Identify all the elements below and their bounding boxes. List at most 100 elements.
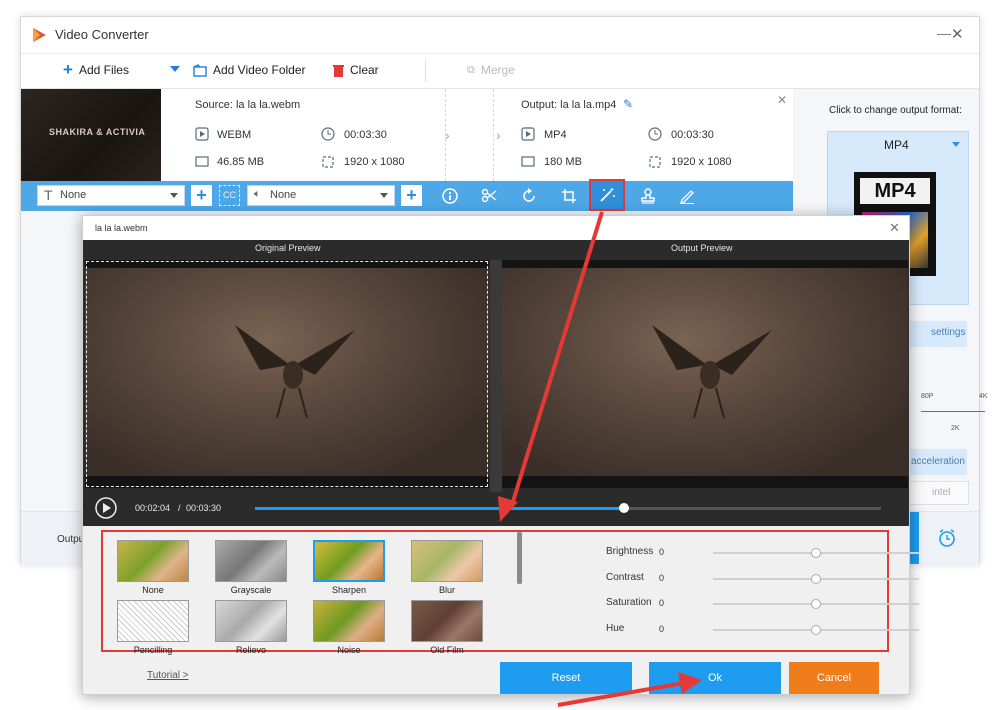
rotate-icon[interactable] xyxy=(521,188,537,204)
progress-track[interactable] xyxy=(255,503,881,513)
settings-label: settings xyxy=(931,327,966,338)
output-folder-label: Outpu xyxy=(57,534,85,545)
clock-icon xyxy=(321,127,335,141)
video-thumbnail[interactable]: SHAKIRA & ACTIVIA xyxy=(21,89,161,181)
resolution-icon xyxy=(322,156,334,168)
speaker-icon: 🔈︎ xyxy=(254,188,261,200)
dialog-close-icon[interactable]: ✕ xyxy=(889,220,900,236)
filter-label: Pencilling xyxy=(133,645,173,655)
bird-image xyxy=(652,325,772,419)
crop-icon[interactable] xyxy=(561,188,577,204)
minimize-button[interactable]: — xyxy=(937,25,951,41)
mp4-badge: MP4 xyxy=(860,178,930,204)
slider-label-hue: Hue xyxy=(606,622,625,634)
add-files-button[interactable]: + Add Files xyxy=(63,60,129,79)
clear-label: Clear xyxy=(350,63,379,77)
filter-thumb-noise[interactable] xyxy=(313,600,385,642)
title-bar: Video Converter — ✕ xyxy=(21,17,979,53)
output-format-prompt: Click to change output format: xyxy=(829,105,962,116)
output-preview-video xyxy=(502,260,908,488)
slider-value: 0 xyxy=(659,598,665,608)
res-label: 2K xyxy=(951,425,960,432)
playback-controls: 00:02:04 / 00:03:30 xyxy=(83,492,909,526)
add-subtitle-button[interactable]: + xyxy=(191,185,212,206)
info-icon[interactable] xyxy=(442,188,458,204)
text-icon: T xyxy=(44,187,53,203)
filter-thumb-sharpen[interactable] xyxy=(313,540,385,582)
filter-thumb-old-film[interactable] xyxy=(411,600,483,642)
output-resolution: 1920 x 1080 xyxy=(671,156,732,168)
add-video-folder-button[interactable]: Add Video Folder xyxy=(193,63,306,77)
filter-label: Relievo xyxy=(235,645,266,655)
filter-thumb-relievo[interactable] xyxy=(215,600,287,642)
subtitle-select[interactable]: T None xyxy=(37,185,185,206)
app-title: Video Converter xyxy=(55,27,149,42)
filter-thumb-none[interactable] xyxy=(117,540,189,582)
close-icon[interactable]: ✕ xyxy=(951,25,964,43)
slider-knob[interactable] xyxy=(811,599,821,609)
slider-knob[interactable] xyxy=(811,548,821,558)
edit-pencil-icon[interactable]: ✎ xyxy=(623,97,633,111)
filter-scrollbar[interactable] xyxy=(517,532,522,584)
filter-label: Noise xyxy=(337,645,361,655)
chevron-down-icon xyxy=(952,142,960,147)
audio-select[interactable]: 🔈︎ None xyxy=(247,185,395,206)
progress-knob[interactable] xyxy=(619,503,630,513)
arrow-right-icon: › xyxy=(496,127,501,143)
merge-button[interactable]: ⧉ Merge xyxy=(467,63,515,77)
crop-selection-box[interactable] xyxy=(86,261,488,487)
current-time: 00:02:04 xyxy=(135,503,171,513)
folder-icon xyxy=(195,156,209,167)
folder-icon xyxy=(521,156,535,167)
add-audio-button[interactable]: + xyxy=(401,185,422,206)
edit-bar: T None + CC 🔈︎ None + xyxy=(21,179,793,211)
slider-knob[interactable] xyxy=(811,624,821,635)
alarm-clock-icon[interactable] xyxy=(937,528,957,548)
ok-button[interactable]: Ok xyxy=(649,662,781,694)
source-label: Source: la la la.webm xyxy=(195,99,301,111)
cc-icon[interactable]: CC xyxy=(219,185,240,206)
clear-button[interactable]: Clear xyxy=(333,63,379,77)
quality-slider-track[interactable] xyxy=(921,411,985,412)
output-duration: 00:03:30 xyxy=(671,129,714,141)
scissors-icon[interactable] xyxy=(481,188,497,204)
magic-wand-icon xyxy=(600,188,615,202)
cancel-button[interactable]: Cancel xyxy=(789,662,879,694)
filter-thumb-grayscale[interactable] xyxy=(215,540,287,582)
filter-thumb-blur[interactable] xyxy=(411,540,483,582)
chevron-down-icon[interactable] xyxy=(170,66,180,72)
app-logo-icon xyxy=(33,28,46,42)
original-preview-video[interactable] xyxy=(85,260,489,488)
reset-button[interactable]: Reset xyxy=(500,662,632,694)
source-size: 46.85 MB xyxy=(217,156,265,168)
edit-subtitle-icon[interactable] xyxy=(679,188,695,204)
preview-area: Original Preview Output Preview xyxy=(83,240,909,526)
slider-value: 0 xyxy=(659,547,665,557)
slider-knob[interactable] xyxy=(811,573,821,584)
filter-panel: None Grayscale Sharpen Blur Pencilling Reliev… xyxy=(101,530,919,655)
watermark-stamp-icon[interactable] xyxy=(640,188,656,204)
tutorial-link[interactable]: Tutorial > xyxy=(147,670,189,681)
filter-label: Old Film xyxy=(430,645,464,655)
subtitle-select-value: None xyxy=(60,189,87,201)
total-time: 00:03:30 xyxy=(186,503,222,513)
intel-label: intel xyxy=(932,487,951,498)
arrow-right-icon: › xyxy=(445,127,450,143)
res-label: 4K xyxy=(979,393,988,400)
output-size: 180 MB xyxy=(544,156,582,168)
run-button-edge[interactable] xyxy=(909,512,919,564)
effects-button-highlight[interactable] xyxy=(589,179,625,211)
dialog-title-bar: la la la.webm ✕ xyxy=(83,216,909,240)
folder-add-icon xyxy=(193,63,207,77)
output-format-name: MP4 xyxy=(884,138,909,152)
play-icon[interactable] xyxy=(95,497,117,519)
plus-icon: + xyxy=(63,60,73,79)
time-separator: / xyxy=(178,503,181,513)
slider-label-contrast: Contrast xyxy=(606,571,644,583)
chevron-down-icon xyxy=(170,193,178,198)
filter-label: Blur xyxy=(438,585,455,595)
filter-label: Grayscale xyxy=(230,585,272,595)
filter-thumb-pencilling[interactable] xyxy=(117,600,189,642)
source-format: WEBM xyxy=(217,129,252,141)
remove-file-icon[interactable]: ✕ xyxy=(777,93,787,107)
